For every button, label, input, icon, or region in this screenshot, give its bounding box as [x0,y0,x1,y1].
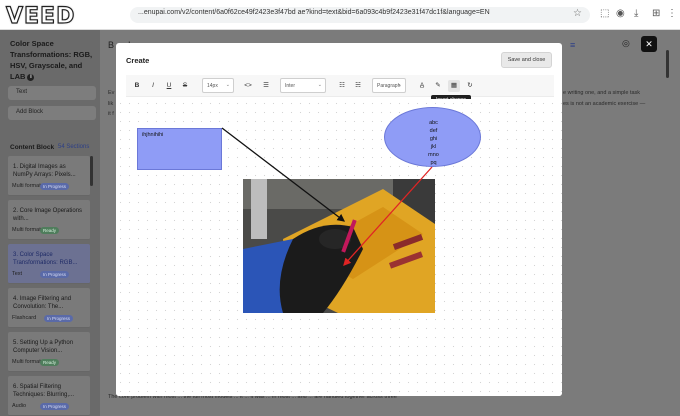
list-item[interactable]: 5. Setting Up a Python Computer Vision..… [8,332,90,372]
content-block-list: 1. Digital Images as NumPy Arrays: Pixel… [8,156,90,416]
item-title: 6. Spatial Filtering Techniques: Blurrin… [13,384,75,398]
address-bar[interactable]: ...enupai.com/v2/content/6a0f62ce49f2423… [130,7,590,23]
list-item[interactable]: 6. Spatial Filtering Techniques: Blurrin… [8,376,90,416]
item-title: 5. Setting Up a Python Computer Vision..… [13,340,74,354]
item-format: Flashcard [12,315,37,321]
menu-kebab-icon[interactable]: ⋮ [667,8,677,19]
create-modal: Create Save and close B I U S 14px ⌄ <> ☰… [116,43,562,396]
list-item[interactable]: 2. Core Image Operations with... Multi f… [8,200,90,240]
bg-bold-icon: B [108,40,115,50]
info-icon[interactable]: i [27,73,35,81]
right-scrollbar[interactable] [666,50,669,78]
status-badge: In Progress [44,315,74,322]
bg-text-line: e writing one, and a simple task [563,90,641,96]
bg-text-line: lik [108,101,114,107]
add-block-button[interactable]: Add Block [8,106,96,120]
screen: VEED ...enupai.com/v2/content/6a0f62ce49… [0,0,680,416]
item-format: Audio [12,403,27,409]
profile-icon[interactable]: ◉ [616,8,625,19]
veed-watermark-logo: VEED [5,3,76,29]
red-arrow[interactable] [343,166,433,266]
status-badge: Ready [40,227,60,234]
connector-arrows [221,127,433,266]
item-title: 1. Digital Images as NumPy Arrays: Pixel… [13,164,76,178]
item-format: Text [12,271,23,277]
preview-eye-icon[interactable]: ◎ [622,38,630,49]
download-icon[interactable]: ⤓ [634,8,638,19]
bg-text-line: it f [108,111,114,117]
item-title: 3. Color Space Transformations: RGB... [13,252,78,266]
close-editor-icon[interactable]: ✕ [641,36,657,52]
status-badge: Ready [40,359,60,366]
item-format: Multi format [12,183,41,189]
lesson-title-text: Color Space Transformations: RGB, HSV, G… [10,39,93,81]
list-item[interactable]: 1. Digital Images as NumPy Arrays: Pixel… [8,156,90,196]
status-badge: In Progress [40,403,70,410]
bg-align-icon: ≡ [570,40,576,50]
black-arrow[interactable] [221,127,346,222]
sections-count: 54 Sections [58,144,90,150]
url-text: ...enupai.com/v2/content/6a0f62ce49f2423… [138,9,490,16]
lesson-title: Color Space Transformations: RGB, HSV, G… [10,38,96,82]
browser-chrome: VEED ...enupai.com/v2/content/6a0f62ce49… [0,0,680,30]
status-badge: In Progress [40,271,70,278]
item-title: 2. Core Image Operations with... [13,208,83,222]
item-format: Multi format [12,359,41,365]
list-item[interactable]: 4. Image Filtering and Convolution: The.… [8,288,90,328]
item-format: Multi format [12,227,41,233]
bg-text-line: Ev [108,90,115,96]
status-badge: In Progress [40,183,70,190]
item-title: 4. Image Filtering and Convolution: The.… [13,296,72,310]
list-item-active[interactable]: 3. Color Space Transformations: RGB... T… [8,244,90,284]
extensions-puzzle-icon[interactable]: ⊞ [652,8,660,19]
text-button[interactable]: Text [8,86,96,100]
bg-text-line: es is not an academic exercise — [563,101,646,107]
extension-icon[interactable]: ⬚ [600,8,609,19]
bookmark-star-icon[interactable]: ☆ [573,8,582,19]
content-block-label: Content Block [10,144,55,151]
left-scrollbar[interactable] [90,156,93,186]
